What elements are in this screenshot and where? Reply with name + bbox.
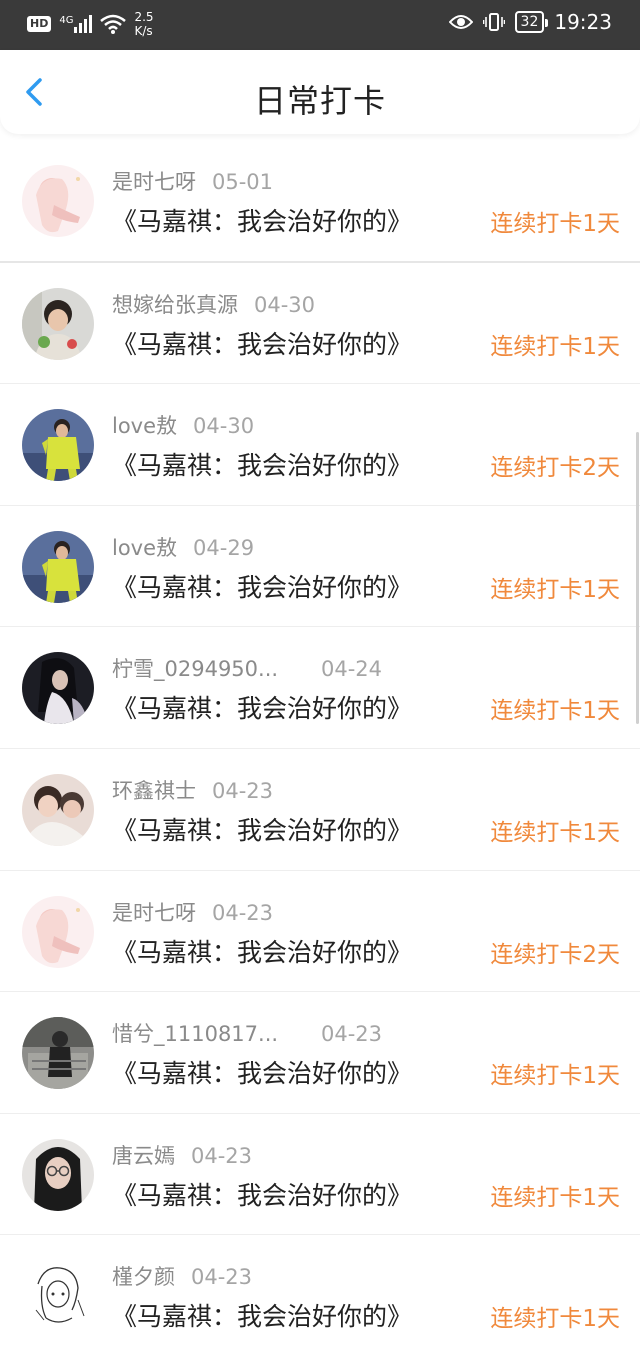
avatar[interactable] <box>22 1017 94 1090</box>
user-name[interactable]: love敖 <box>112 410 177 440</box>
status-left: HD 4G 2.5 K/s <box>27 10 154 38</box>
user-name[interactable]: love敖 <box>112 532 177 562</box>
book-title[interactable]: 《马嘉祺：我会治好你的》 <box>112 568 412 604</box>
avatar[interactable] <box>22 165 94 237</box>
status-right: 32 19:23 <box>448 10 612 34</box>
user-line: 唐云嫣 04-23 <box>112 1140 252 1170</box>
book-title[interactable]: 《马嘉祺：我会治好你的》 <box>112 446 412 482</box>
user-line: 是时七呀 05-01 <box>112 166 273 196</box>
book-title[interactable]: 《马嘉祺：我会治好你的》 <box>112 689 412 725</box>
checkin-date: 04-24 <box>321 657 383 682</box>
nav-bar: 日常打卡 <box>0 50 640 134</box>
scrollbar[interactable] <box>636 432 639 724</box>
checkin-date: 04-23 <box>191 1143 253 1168</box>
streak-label: 连续打卡2天 <box>490 941 620 968</box>
user-line: 环鑫祺士 04-23 <box>112 775 273 805</box>
streak-label: 连续打卡1天 <box>490 576 620 603</box>
signal-icon: 4G <box>59 15 93 33</box>
avatar[interactable] <box>22 1138 94 1211</box>
user-name[interactable]: 唐云嫣 <box>112 1140 175 1170</box>
avatar[interactable] <box>22 895 94 968</box>
checkin-date: 05-01 <box>212 170 274 194</box>
eye-icon <box>448 15 473 29</box>
status-bar: HD 4G 2.5 K/s 32 19:23 <box>0 0 640 50</box>
network-type: 4G <box>59 15 74 26</box>
avatar[interactable] <box>22 652 94 725</box>
checkin-date: 04-23 <box>212 900 274 925</box>
avatar[interactable] <box>22 409 94 482</box>
list-item[interactable]: 想嫁给张真源 04-30 《马嘉祺：我会治好你的》 连续打卡1天 <box>0 263 640 385</box>
list-item[interactable]: 是时七呀 05-01 《马嘉祺：我会治好你的》 连续打卡1天 <box>0 140 640 263</box>
battery-indicator: 32 <box>514 11 549 33</box>
avatar[interactable] <box>22 1260 94 1333</box>
hd-badge: HD <box>27 16 52 32</box>
avatar[interactable] <box>22 287 94 360</box>
checkin-date: 04-23 <box>321 1022 383 1047</box>
streak-label: 连续打卡1天 <box>490 819 620 846</box>
user-name[interactable]: 柠雪_0294950... <box>112 653 305 683</box>
book-title[interactable]: 《马嘉祺：我会治好你的》 <box>112 325 412 361</box>
streak-label: 连续打卡1天 <box>490 211 620 237</box>
streak-label: 连续打卡1天 <box>490 1306 620 1333</box>
user-name[interactable]: 是时七呀 <box>112 166 196 196</box>
wifi-icon <box>100 14 127 34</box>
avatar[interactable] <box>22 530 94 603</box>
book-title[interactable]: 《马嘉祺：我会治好你的》 <box>112 811 412 847</box>
streak-label: 连续打卡1天 <box>490 698 620 725</box>
user-line: 槿夕颜 04-23 <box>112 1261 252 1291</box>
user-line: 想嫁给张真源 04-30 <box>112 289 315 319</box>
user-name[interactable]: 槿夕颜 <box>112 1261 175 1291</box>
vibrate-icon <box>482 13 505 31</box>
user-line: 柠雪_0294950... 04-24 <box>112 653 382 683</box>
book-title[interactable]: 《马嘉祺：我会治好你的》 <box>112 202 412 238</box>
list-item[interactable]: 惜兮_1110817... 04-23 《马嘉祺：我会治好你的》 连续打卡1天 <box>0 992 640 1114</box>
list-item[interactable]: love敖 04-29 《马嘉祺：我会治好你的》 连续打卡1天 <box>0 506 640 628</box>
user-name[interactable]: 是时七呀 <box>112 897 196 927</box>
list-item[interactable]: 是时七呀 04-23 《马嘉祺：我会治好你的》 连续打卡2天 <box>0 871 640 993</box>
user-line: 是时七呀 04-23 <box>112 897 273 927</box>
list-item[interactable]: 柠雪_0294950... 04-24 《马嘉祺：我会治好你的》 连续打卡1天 <box>0 627 640 749</box>
user-line: 惜兮_1110817... 04-23 <box>112 1018 382 1048</box>
checkin-date: 04-23 <box>191 1265 253 1290</box>
avatar[interactable] <box>22 773 94 846</box>
user-name[interactable]: 想嫁给张真源 <box>112 289 238 319</box>
checkin-date: 04-23 <box>212 778 274 803</box>
user-line: love敖 04-30 <box>112 410 254 440</box>
checkin-date: 04-30 <box>193 414 255 439</box>
book-title[interactable]: 《马嘉祺：我会治好你的》 <box>112 933 412 969</box>
streak-label: 连续打卡1天 <box>490 333 620 360</box>
list-item[interactable]: 唐云嫣 04-23 《马嘉祺：我会治好你的》 连续打卡1天 <box>0 1114 640 1236</box>
streak-label: 连续打卡2天 <box>490 455 620 482</box>
checkin-date: 04-29 <box>193 535 255 560</box>
streak-label: 连续打卡1天 <box>490 1063 620 1090</box>
book-title[interactable]: 《马嘉祺：我会治好你的》 <box>112 1176 412 1212</box>
page-title: 日常打卡 <box>253 82 386 120</box>
checkin-list: 是时七呀 05-01 《马嘉祺：我会治好你的》 连续打卡1天 想嫁给张真源 04-3… <box>0 140 640 1356</box>
user-name[interactable]: 环鑫祺士 <box>112 775 196 805</box>
network-speed: 2.5 K/s <box>134 10 154 38</box>
streak-label: 连续打卡1天 <box>490 1184 620 1211</box>
list-item[interactable]: 环鑫祺士 04-23 《马嘉祺：我会治好你的》 连续打卡1天 <box>0 749 640 871</box>
user-name[interactable]: 惜兮_1110817... <box>112 1018 305 1048</box>
clock: 19:23 <box>554 10 612 34</box>
list-item[interactable]: love敖 04-30 《马嘉祺：我会治好你的》 连续打卡2天 <box>0 384 640 506</box>
book-title[interactable]: 《马嘉祺：我会治好你的》 <box>112 1297 412 1333</box>
book-title[interactable]: 《马嘉祺：我会治好你的》 <box>112 1054 412 1090</box>
checkin-date: 04-30 <box>254 292 316 317</box>
list-item[interactable]: 槿夕颜 04-23 《马嘉祺：我会治好你的》 连续打卡1天 <box>0 1235 640 1356</box>
user-line: love敖 04-29 <box>112 532 254 562</box>
